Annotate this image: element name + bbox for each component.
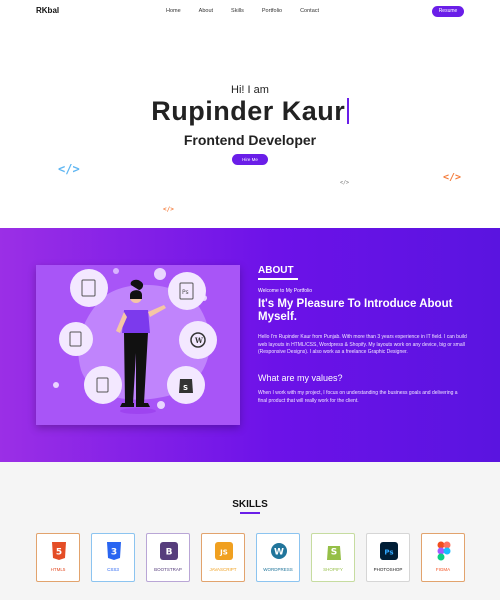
hero-name: Rupinder Kaur	[0, 96, 500, 127]
html5-icon: 5	[52, 542, 66, 560]
brand-logo[interactable]: RKbal	[36, 6, 59, 15]
skill-label: BOOTSTRAP	[154, 567, 182, 572]
code-tag-icon: </>	[163, 206, 174, 213]
developer-illustration: Ps W S	[36, 265, 240, 425]
typing-cursor	[347, 98, 349, 124]
title-underline	[258, 278, 298, 280]
skill-label: WORDPRESS	[263, 567, 293, 572]
about-illustration: Ps W S	[36, 265, 240, 425]
about-subtitle: Welcome to My Portfolio	[258, 288, 313, 294]
bootstrap-icon: B	[160, 542, 178, 560]
svg-text:3: 3	[111, 548, 117, 558]
about-section: Ps W S ABOUT Welcome to My Portfolio It'…	[0, 228, 500, 462]
nav-item-portfolio[interactable]: Portfolio	[262, 8, 282, 14]
skill-label: JAVASCRIPT	[209, 567, 237, 572]
skill-card-wordpress: W WORDPRESS	[256, 533, 300, 582]
shopify-icon: S	[327, 546, 341, 560]
code-tag-icon: </>	[58, 162, 80, 176]
skill-label: CSS3	[107, 567, 119, 572]
nav-menu: Home About Skills Portfolio Contact	[166, 8, 337, 14]
nav-item-contact[interactable]: Contact	[300, 8, 319, 14]
skill-card-html5: 5 HTML5	[36, 533, 80, 582]
shopify-icon: S	[167, 366, 205, 404]
code-tag-icon: </>	[340, 180, 350, 186]
photoshop-file-icon: Ps	[168, 272, 206, 310]
skill-label: HTML5	[50, 567, 66, 572]
hire-me-button[interactable]: Hire Me	[232, 154, 268, 165]
values-heading: What are my values?	[258, 373, 343, 383]
skill-card-shopify: S SHOPIFY	[311, 533, 355, 582]
about-paragraph: Hello I'm Rupinder Kaur from Punjab. Wit…	[258, 334, 467, 355]
skill-card-photoshop: Ps PHOTOSHOP	[366, 533, 410, 582]
nav-item-skills[interactable]: Skills	[231, 8, 244, 14]
skill-card-css3: 3 CSS3	[91, 533, 135, 582]
title-underline	[240, 512, 260, 514]
figma-icon	[437, 541, 451, 561]
resume-button[interactable]: Resume	[432, 6, 464, 17]
skill-label: PHOTOSHOP	[373, 567, 403, 572]
svg-text:5: 5	[56, 548, 62, 558]
svg-text:S: S	[183, 384, 188, 392]
code-file-icon	[84, 366, 122, 404]
skills-section: SKILLS 5 HTML5 3 CSS3 B BOOTSTRAP JS JAVASCRIPT…	[0, 462, 500, 600]
hero-name-text: Rupinder Kaur	[151, 96, 346, 126]
svg-text:W: W	[194, 336, 203, 345]
nav-item-home[interactable]: Home	[166, 8, 181, 14]
svg-text:Ps: Ps	[182, 289, 189, 296]
svg-text:W: W	[274, 548, 284, 558]
skills-title: SKILLS	[232, 499, 268, 510]
svg-text:B: B	[166, 548, 173, 558]
skill-card-javascript: JS JAVASCRIPT	[201, 533, 245, 582]
skill-label: FIGMA	[435, 567, 451, 572]
nav-item-about[interactable]: About	[199, 8, 213, 14]
about-title: ABOUT	[258, 265, 294, 276]
css3-icon: 3	[107, 542, 121, 560]
skill-card-bootstrap: B BOOTSTRAP	[146, 533, 190, 582]
document-icon	[59, 322, 93, 356]
hero-greeting: Hi! I am	[231, 84, 269, 96]
skill-card-figma: FIGMA	[421, 533, 465, 582]
wordpress-icon: W	[179, 321, 217, 359]
javascript-icon: JS	[215, 542, 233, 560]
photoshop-icon: Ps	[380, 542, 398, 560]
about-heading: It's My Pleasure To Introduce About Myse…	[258, 298, 453, 323]
skill-label: SHOPIFY	[323, 567, 343, 572]
file-icon	[70, 269, 108, 307]
code-tag-icon: </>	[443, 172, 462, 183]
hero-section: Hi! I am Rupinder Kaur Frontend Develope…	[0, 24, 500, 228]
svg-text:JS: JS	[219, 549, 228, 557]
svg-text:Ps: Ps	[384, 549, 393, 557]
svg-text:S: S	[331, 548, 337, 558]
top-navbar: RKbal Home About Skills Portfolio Contac…	[0, 0, 500, 24]
hero-role: Frontend Developer	[183, 132, 317, 148]
values-paragraph: When I work with my project, I focus on …	[258, 390, 458, 404]
wordpress-icon: W	[271, 543, 287, 559]
